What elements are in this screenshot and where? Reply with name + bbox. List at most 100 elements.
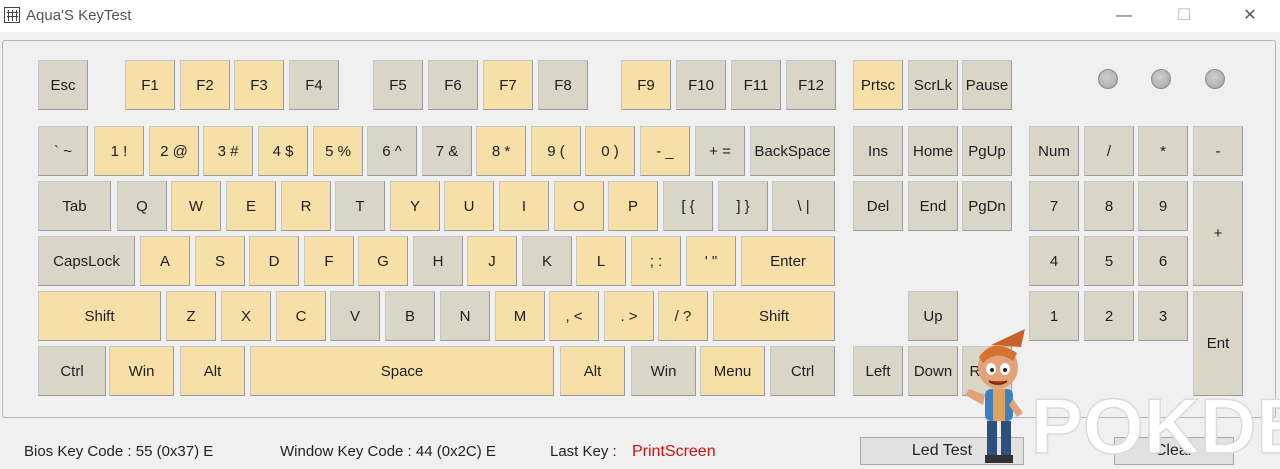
key-sym[interactable]: * xyxy=(1138,126,1188,176)
key-0[interactable]: 0 ) xyxy=(585,126,635,176)
key-5[interactable]: 5 % xyxy=(313,126,363,176)
key-sym[interactable]: ; : xyxy=(631,236,681,286)
key-sym[interactable]: - _ xyxy=(640,126,690,176)
key-4[interactable]: 4 xyxy=(1029,236,1079,286)
key-f10[interactable]: F10 xyxy=(676,60,726,110)
key-9[interactable]: 9 ( xyxy=(531,126,581,176)
key-f4[interactable]: F4 xyxy=(289,60,339,110)
key-f6[interactable]: F6 xyxy=(428,60,478,110)
key-sym[interactable]: ' " xyxy=(686,236,736,286)
key-8[interactable]: 8 * xyxy=(476,126,526,176)
key-y[interactable]: Y xyxy=(390,181,440,231)
key-k[interactable]: K xyxy=(522,236,572,286)
key-c[interactable]: C xyxy=(276,291,326,341)
key-d[interactable]: D xyxy=(249,236,299,286)
key-pgdn[interactable]: PgDn xyxy=(962,181,1012,231)
key-down[interactable]: Down xyxy=(908,346,958,396)
key-z[interactable]: Z xyxy=(166,291,216,341)
key-sym[interactable]: / ? xyxy=(658,291,708,341)
key-n[interactable]: N xyxy=(440,291,490,341)
key-f3[interactable]: F3 xyxy=(234,60,284,110)
key-e[interactable]: E xyxy=(226,181,276,231)
key-sym[interactable]: + = xyxy=(695,126,745,176)
key-ins[interactable]: Ins xyxy=(853,126,903,176)
key-j[interactable]: J xyxy=(467,236,517,286)
key-o[interactable]: O xyxy=(554,181,604,231)
key-capslock[interactable]: CapsLock xyxy=(38,236,135,286)
key-u[interactable]: U xyxy=(444,181,494,231)
key-h[interactable]: H xyxy=(413,236,463,286)
key-sym[interactable]: , < xyxy=(549,291,599,341)
key-p[interactable]: P xyxy=(608,181,658,231)
key-6[interactable]: 6 ^ xyxy=(367,126,417,176)
key-sym[interactable]: ] } xyxy=(718,181,768,231)
key-i[interactable]: I xyxy=(499,181,549,231)
key-sym[interactable]: - xyxy=(1193,126,1243,176)
key-sym[interactable]: [ { xyxy=(663,181,713,231)
key-alt[interactable]: Alt xyxy=(560,346,625,396)
key-sym[interactable]: ` ~ xyxy=(38,126,88,176)
key-sym[interactable]: \ | xyxy=(772,181,835,231)
key-b[interactable]: B xyxy=(385,291,435,341)
key-sym[interactable]: . > xyxy=(604,291,654,341)
key-x[interactable]: X xyxy=(221,291,271,341)
key-ctrl[interactable]: Ctrl xyxy=(770,346,835,396)
maximize-button[interactable]: ☐ xyxy=(1164,4,1204,28)
key-backspace[interactable]: BackSpace xyxy=(750,126,835,176)
key-scrlk[interactable]: ScrLk xyxy=(908,60,958,110)
key-f11[interactable]: F11 xyxy=(731,60,781,110)
key-7[interactable]: 7 xyxy=(1029,181,1079,231)
key-q[interactable]: Q xyxy=(117,181,167,231)
key-f2[interactable]: F2 xyxy=(180,60,230,110)
key-sym[interactable]: / xyxy=(1084,126,1134,176)
key-r[interactable]: R xyxy=(281,181,331,231)
key-f9[interactable]: F9 xyxy=(621,60,671,110)
key-shift[interactable]: Shift xyxy=(713,291,835,341)
key-9[interactable]: 9 xyxy=(1138,181,1188,231)
key-1[interactable]: 1 ! xyxy=(94,126,144,176)
key-shift[interactable]: Shift xyxy=(38,291,161,341)
key-2[interactable]: 2 @ xyxy=(149,126,199,176)
key-space[interactable]: Space xyxy=(250,346,554,396)
key-f[interactable]: F xyxy=(304,236,354,286)
key-win[interactable]: Win xyxy=(109,346,174,396)
key-s[interactable]: S xyxy=(195,236,245,286)
key-enter[interactable]: Enter xyxy=(741,236,835,286)
key-m[interactable]: M xyxy=(495,291,545,341)
key-win[interactable]: Win xyxy=(631,346,696,396)
key-5[interactable]: 5 xyxy=(1084,236,1134,286)
key-home[interactable]: Home xyxy=(908,126,958,176)
key-t[interactable]: T xyxy=(335,181,385,231)
key-up[interactable]: Up xyxy=(908,291,958,341)
key-tab[interactable]: Tab xyxy=(38,181,111,231)
key-w[interactable]: W xyxy=(171,181,221,231)
key-sym[interactable]: + xyxy=(1193,181,1243,286)
key-num[interactable]: Num xyxy=(1029,126,1079,176)
key-a[interactable]: A xyxy=(140,236,190,286)
key-f8[interactable]: F8 xyxy=(538,60,588,110)
key-pause[interactable]: Pause xyxy=(962,60,1012,110)
minimize-button[interactable]: — xyxy=(1104,4,1144,28)
key-f5[interactable]: F5 xyxy=(373,60,423,110)
key-end[interactable]: End xyxy=(908,181,958,231)
key-7[interactable]: 7 & xyxy=(422,126,472,176)
close-button[interactable]: ✕ xyxy=(1230,4,1270,28)
key-alt[interactable]: Alt xyxy=(180,346,245,396)
key-menu[interactable]: Menu xyxy=(700,346,765,396)
key-6[interactable]: 6 xyxy=(1138,236,1188,286)
key-8[interactable]: 8 xyxy=(1084,181,1134,231)
key-del[interactable]: Del xyxy=(853,181,903,231)
key-4[interactable]: 4 $ xyxy=(258,126,308,176)
key-pgup[interactable]: PgUp xyxy=(962,126,1012,176)
key-3[interactable]: 3 # xyxy=(203,126,253,176)
key-f7[interactable]: F7 xyxy=(483,60,533,110)
key-f1[interactable]: F1 xyxy=(125,60,175,110)
key-l[interactable]: L xyxy=(576,236,626,286)
key-left[interactable]: Left xyxy=(853,346,903,396)
key-esc[interactable]: Esc xyxy=(38,60,88,110)
key-f12[interactable]: F12 xyxy=(786,60,836,110)
key-g[interactable]: G xyxy=(358,236,408,286)
key-ctrl[interactable]: Ctrl xyxy=(38,346,106,396)
key-prtsc[interactable]: Prtsc xyxy=(853,60,903,110)
key-v[interactable]: V xyxy=(330,291,380,341)
